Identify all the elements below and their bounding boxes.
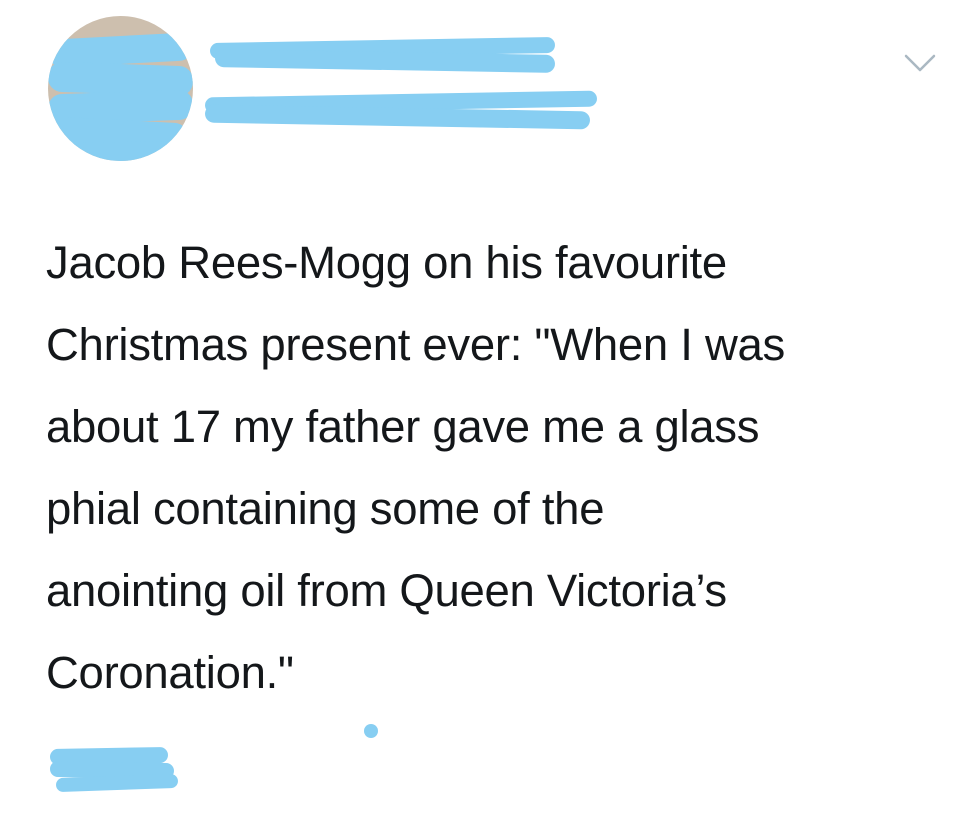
avatar[interactable]: [48, 16, 193, 161]
tweet-header: [0, 0, 960, 170]
tweet-text-line: about 17 my father gave me a glass: [46, 401, 760, 452]
tweet-timestamp[interactable]: [49, 740, 190, 795]
redaction-dot: [364, 724, 378, 738]
tweet-text-line: anointing oil from Queen Victoria’s: [46, 565, 727, 616]
tweet-text: Jacob Rees-Mogg on his favourite Christm…: [46, 222, 946, 714]
tweet-text-line: Coronation.": [46, 647, 294, 698]
author-display-name[interactable]: [209, 36, 560, 74]
tweet-text-line: phial containing some of the: [46, 483, 605, 534]
tweet-text-line: Jacob Rees-Mogg on his favourite: [46, 237, 727, 288]
tweet-text-line: Christmas present ever: "When I was: [46, 319, 785, 370]
tweet: Jacob Rees-Mogg on his favourite Christm…: [0, 0, 960, 830]
author-handle[interactable]: [204, 90, 600, 130]
chevron-down-icon[interactable]: [900, 48, 940, 78]
